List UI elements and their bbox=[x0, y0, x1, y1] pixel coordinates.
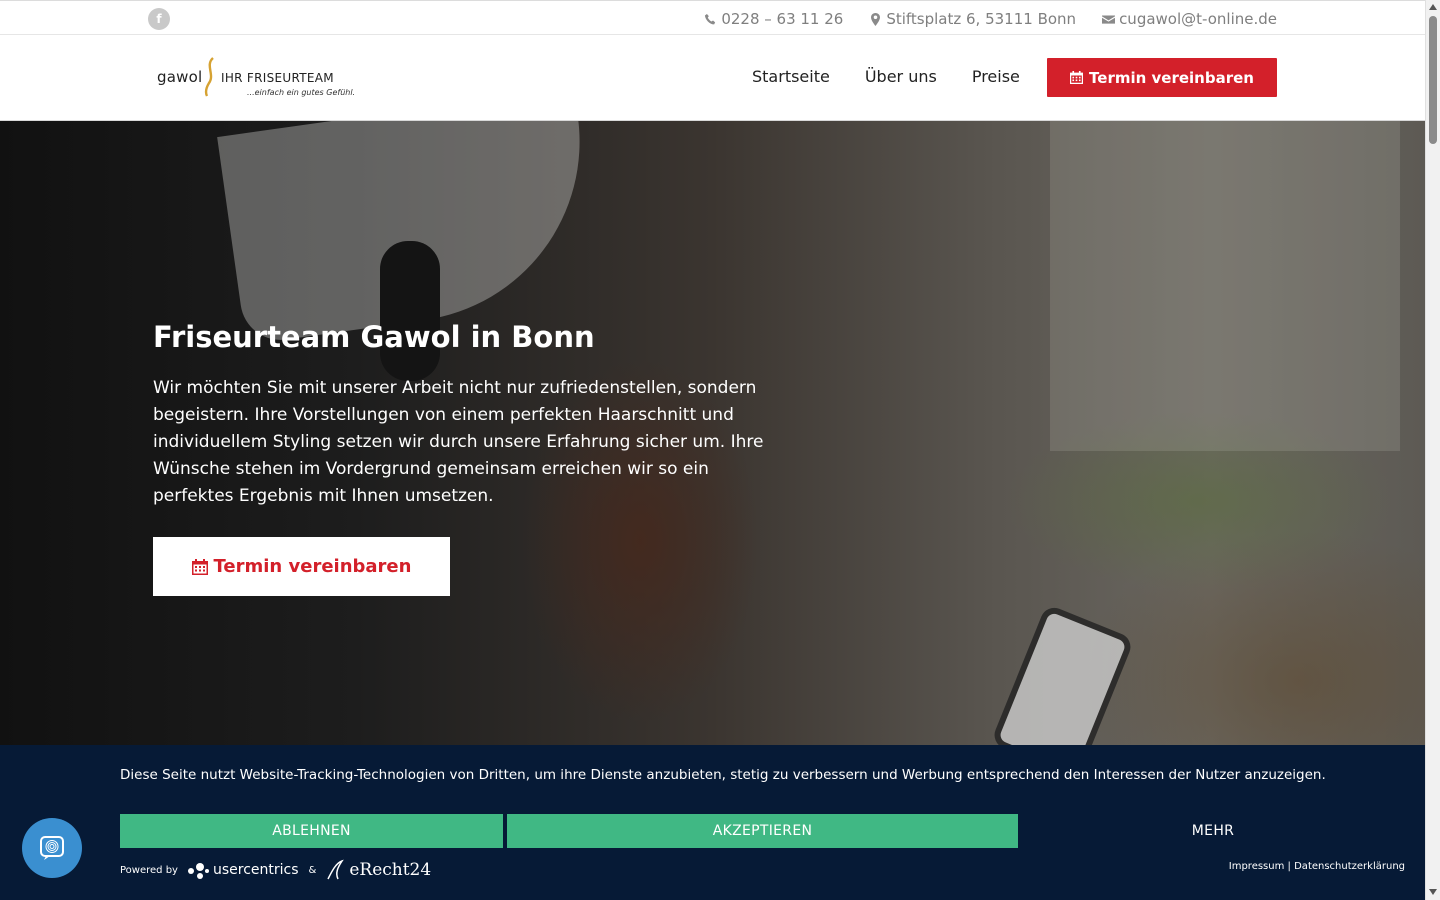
main-nav: Startseite Über uns Preise bbox=[752, 67, 1020, 86]
legal-links: Impressum | Datenschutzerklärung bbox=[1229, 861, 1405, 872]
scrollbar-thumb[interactable] bbox=[1429, 16, 1437, 144]
address-text: Stiftsplatz 6, 53111 Bonn bbox=[886, 10, 1077, 28]
site-header: gawol IHR FRISEURTEAM ...einfach ein gut… bbox=[0, 35, 1425, 121]
hero-background-hairdryer bbox=[380, 241, 440, 381]
hero-background-window bbox=[1050, 121, 1400, 451]
erecht24-logo[interactable]: eRecht24 bbox=[326, 859, 431, 881]
address-contact[interactable]: Stiftsplatz 6, 53111 Bonn bbox=[869, 10, 1076, 28]
header-appointment-button[interactable]: Termin vereinbaren bbox=[1047, 58, 1277, 97]
map-marker-icon bbox=[871, 12, 881, 26]
logo-swoosh-icon bbox=[204, 57, 214, 97]
logo-slogan: ...einfach ein gutes Gefühl. bbox=[247, 88, 356, 97]
site-logo[interactable]: gawol IHR FRISEURTEAM ...einfach ein gut… bbox=[157, 57, 357, 101]
cookie-accept-button[interactable]: AKZEPTIEREN bbox=[507, 814, 1018, 848]
phone-icon bbox=[705, 13, 716, 24]
email-text: cugawol@t-online.de bbox=[1119, 10, 1277, 28]
erecht24-signature-icon bbox=[327, 859, 345, 880]
usercentrics-dots-icon bbox=[187, 860, 210, 880]
usercentrics-logo[interactable]: usercentrics bbox=[187, 860, 299, 880]
phone-number: 0228 – 63 11 26 bbox=[721, 10, 844, 28]
scroll-down-arrow-icon[interactable] bbox=[1429, 889, 1437, 895]
nav-item-ueber-uns[interactable]: Über uns bbox=[865, 67, 937, 86]
legal-separator: | bbox=[1287, 861, 1291, 872]
logo-team: IHR FRISEURTEAM bbox=[221, 71, 334, 85]
fingerprint-icon bbox=[40, 836, 64, 860]
nav-item-preise[interactable]: Preise bbox=[972, 67, 1020, 86]
top-info-bar: f 0228 – 63 11 26 Stiftsplatz 6, 53111 B… bbox=[0, 0, 1425, 35]
erecht24-wordmark: eRecht24 bbox=[349, 860, 432, 880]
cookie-text: Diese Seite nutzt Website-Tracking-Techn… bbox=[120, 767, 1326, 783]
scroll-up-arrow-icon[interactable] bbox=[1429, 4, 1437, 10]
calendar-icon bbox=[1070, 71, 1084, 84]
powered-by-ampersand: & bbox=[308, 864, 317, 876]
privacy-policy-link[interactable]: Datenschutzerklärung bbox=[1294, 861, 1405, 872]
hero-title: Friseurteam Gawol in Bonn bbox=[153, 320, 595, 354]
hero-text: Wir möchten Sie mit unserer Arbeit nicht… bbox=[153, 378, 764, 506]
calendar-icon bbox=[191, 558, 208, 575]
impressum-link[interactable]: Impressum bbox=[1229, 861, 1285, 872]
hero-section: Friseurteam Gawol in Bonn Wir möchten Si… bbox=[0, 121, 1425, 745]
page-scrollbar[interactable] bbox=[1425, 0, 1440, 900]
powered-by-label: Powered by bbox=[120, 864, 178, 876]
nav-item-startseite[interactable]: Startseite bbox=[752, 67, 830, 86]
facebook-icon[interactable]: f bbox=[148, 8, 170, 30]
contact-info: 0228 – 63 11 26 Stiftsplatz 6, 53111 Bon… bbox=[704, 10, 1277, 28]
hero-appointment-label: Termin vereinbaren bbox=[213, 556, 412, 577]
phone-contact[interactable]: 0228 – 63 11 26 bbox=[704, 10, 843, 28]
cookie-more-button[interactable]: MEHR bbox=[1018, 814, 1408, 848]
hero-background-phone bbox=[990, 603, 1135, 745]
privacy-settings-button[interactable] bbox=[22, 818, 82, 878]
hero-appointment-button[interactable]: Termin vereinbaren bbox=[153, 537, 450, 596]
usercentrics-wordmark: usercentrics bbox=[212, 862, 299, 878]
envelope-icon bbox=[1102, 14, 1116, 24]
cookie-banner: Diese Seite nutzt Website-Tracking-Techn… bbox=[0, 745, 1425, 900]
powered-by: Powered by usercentrics & eRecht24 bbox=[120, 859, 431, 881]
email-contact[interactable]: cugawol@t-online.de bbox=[1102, 10, 1277, 28]
logo-brand: gawol bbox=[157, 68, 203, 86]
header-appointment-label: Termin vereinbaren bbox=[1089, 68, 1254, 87]
cookie-decline-button[interactable]: ABLEHNEN bbox=[120, 814, 503, 848]
